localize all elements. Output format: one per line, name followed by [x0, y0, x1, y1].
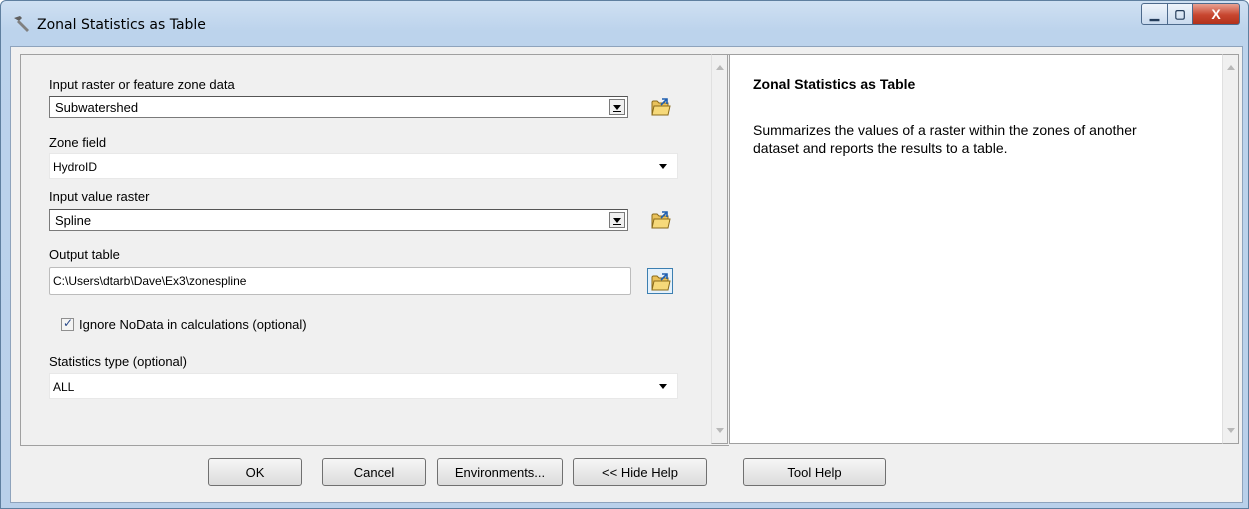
input-zone-combobox[interactable]: Subwatershed [49, 96, 628, 118]
zone-field-value: HydroID [53, 160, 98, 174]
input-value-label: Input value raster [49, 189, 150, 204]
input-value-combobox[interactable]: Spline [49, 209, 628, 231]
help-scrollbar[interactable] [1222, 54, 1239, 444]
help-pane: Zonal Statistics as Table Summarizes the… [729, 54, 1222, 444]
output-table-label: Output table [49, 247, 120, 262]
chevron-down-icon[interactable] [659, 164, 667, 169]
scroll-up-icon[interactable] [1227, 65, 1235, 70]
output-table-input[interactable]: C:\Users\dtarb\Dave\Ex3\zonespline [49, 267, 631, 295]
open-folder-icon [651, 98, 671, 116]
parameters-scrollbar[interactable] [711, 54, 728, 444]
input-value-value: Spline [55, 213, 92, 228]
window-title: Zonal Statistics as Table [37, 17, 206, 33]
stat-type-value: ALL [53, 380, 75, 394]
browse-output-button[interactable] [647, 268, 673, 294]
parameters-pane: Input raster or feature zone data Subwat… [20, 54, 729, 446]
stat-type-combobox[interactable]: ALL [49, 373, 678, 399]
help-title: Zonal Statistics as Table [753, 76, 916, 92]
scroll-down-icon[interactable] [716, 428, 724, 433]
zone-field-combobox[interactable]: HydroID [49, 153, 678, 179]
environments-button[interactable]: Environments... [437, 458, 563, 486]
chevron-down-icon[interactable] [609, 212, 625, 228]
hammer-icon [14, 16, 29, 32]
dialog-client-area: Input raster or feature zone data Subwat… [10, 46, 1243, 503]
ok-button[interactable]: OK [208, 458, 302, 486]
dialog-window: Zonal Statistics as Table ▁ ▢ X Input ra… [0, 0, 1249, 509]
tool-help-button[interactable]: Tool Help [743, 458, 886, 486]
close-icon: X [1211, 6, 1221, 22]
open-folder-icon [651, 211, 671, 229]
ignore-nodata-label: Ignore NoData in calculations (optional) [79, 317, 307, 332]
cancel-button[interactable]: Cancel [322, 458, 426, 486]
help-body: Summarizes the values of a raster within… [753, 122, 1137, 156]
browse-value-button[interactable] [648, 207, 674, 233]
minimize-button[interactable]: ▁ [1141, 3, 1168, 25]
maximize-button[interactable]: ▢ [1168, 3, 1193, 25]
browse-zone-button[interactable] [648, 94, 674, 120]
scroll-down-icon[interactable] [1227, 428, 1235, 433]
scroll-up-icon[interactable] [716, 65, 724, 70]
ignore-nodata-row[interactable]: Ignore NoData in calculations (optional) [61, 316, 307, 332]
minimize-icon: ▁ [1149, 7, 1160, 21]
input-zone-label: Input raster or feature zone data [49, 77, 235, 92]
open-folder-icon [651, 273, 671, 291]
output-table-value: C:\Users\dtarb\Dave\Ex3\zonespline [53, 274, 247, 288]
hide-help-button[interactable]: << Hide Help [573, 458, 707, 486]
close-button[interactable]: X [1193, 3, 1240, 25]
maximize-icon: ▢ [1174, 7, 1186, 21]
input-zone-value: Subwatershed [55, 100, 139, 115]
stat-type-label: Statistics type (optional) [49, 354, 188, 369]
zone-field-label: Zone field [49, 135, 107, 150]
window-controls: ▁ ▢ X [1141, 3, 1240, 25]
chevron-down-icon[interactable] [659, 384, 667, 389]
chevron-down-icon[interactable] [609, 99, 625, 115]
title-bar[interactable]: Zonal Statistics as Table ▁ ▢ X [1, 1, 1248, 45]
ignore-nodata-checkbox[interactable] [61, 316, 74, 331]
